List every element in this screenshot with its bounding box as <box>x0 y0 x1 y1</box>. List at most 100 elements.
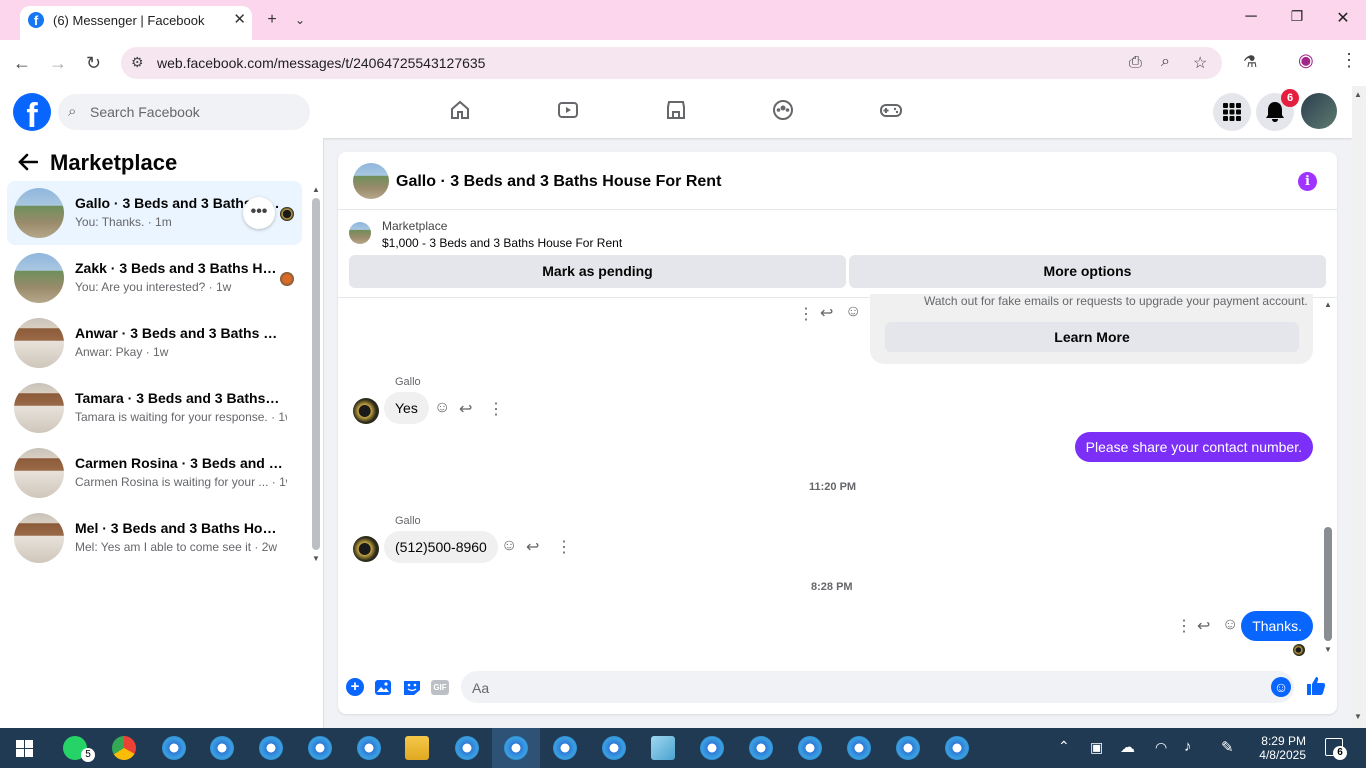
gif-icon[interactable]: GIF <box>431 680 449 695</box>
edge-icon[interactable] <box>749 736 773 760</box>
video-icon[interactable] <box>556 98 580 122</box>
pen-icon[interactable]: ✎ <box>1221 738 1234 756</box>
react-emoji-icon[interactable]: ☺ <box>434 399 450 417</box>
profile-icon[interactable]: ◉ <box>1298 50 1314 71</box>
marketplace-icon[interactable] <box>664 98 688 122</box>
add-attachment-icon[interactable]: + <box>346 678 364 696</box>
page-scrollbar[interactable]: ▲ ▼ <box>1352 86 1366 728</box>
facebook-logo-icon[interactable]: f <box>13 93 51 131</box>
forward-icon[interactable]: → <box>49 53 67 74</box>
incoming-message[interactable]: Yes <box>384 392 429 424</box>
tray-chevron-up-icon[interactable]: ⌃ <box>1058 738 1070 755</box>
like-thumb-icon[interactable] <box>1306 676 1326 696</box>
wifi-icon[interactable]: ◠ <box>1155 739 1167 756</box>
conversation-item[interactable]: Zakk · 3 Beds and 3 Baths House For Rent… <box>7 246 302 310</box>
meet-now-icon[interactable]: ▣ <box>1090 739 1103 756</box>
reply-icon[interactable]: ↩ <box>820 303 833 323</box>
message-more-icon[interactable]: ⋮ <box>798 304 814 324</box>
chrome-icon[interactable] <box>112 736 136 760</box>
edge-icon[interactable] <box>504 736 528 760</box>
message-more-icon[interactable]: ⋮ <box>1176 616 1192 636</box>
conversation-item[interactable]: Carmen Rosina · 3 Beds and 3 Baths House… <box>7 441 302 505</box>
volume-icon[interactable]: ♪ <box>1184 738 1192 755</box>
new-tab-icon[interactable]: + <box>258 8 286 32</box>
page-scroll-up-icon[interactable]: ▲ <box>1354 90 1362 99</box>
conversation-item[interactable]: Tamara · 3 Beds and 3 Baths House For Re… <box>7 376 302 440</box>
conversation-more-icon[interactable]: ••• <box>243 197 275 229</box>
chat-scroll-up-icon[interactable]: ▲ <box>1324 300 1332 309</box>
react-emoji-icon[interactable]: ☺ <box>845 303 861 321</box>
edge-icon[interactable] <box>455 736 479 760</box>
minimize-icon[interactable]: ─ <box>1236 8 1266 26</box>
react-emoji-icon[interactable]: ☺ <box>1222 616 1238 634</box>
chat-title[interactable]: Gallo · 3 Beds and 3 Baths House For Ren… <box>396 173 721 191</box>
edge-icon[interactable] <box>602 736 626 760</box>
windows-start-icon[interactable] <box>16 740 33 757</box>
close-tab-icon[interactable]: ✕ <box>233 10 246 28</box>
window-close-icon[interactable]: ✕ <box>1328 8 1358 28</box>
search-input[interactable]: ⌕ Search Facebook <box>58 94 310 130</box>
message-input[interactable]: Aa ☺ <box>461 671 1294 703</box>
edge-icon[interactable] <box>210 736 234 760</box>
conversation-item[interactable]: Gallo · 3 Beds and 3 Baths House For Ren… <box>7 181 302 245</box>
back-icon[interactable]: ← <box>13 53 31 74</box>
photo-icon[interactable] <box>374 679 392 696</box>
edge-icon[interactable] <box>162 736 186 760</box>
edge-icon[interactable] <box>896 736 920 760</box>
bookmark-star-icon[interactable]: ☆ <box>1193 53 1207 73</box>
sender-avatar[interactable] <box>353 536 379 562</box>
outgoing-message[interactable]: Thanks. <box>1241 611 1313 641</box>
groups-icon[interactable] <box>771 98 795 122</box>
listing-title[interactable]: $1,000 - 3 Beds and 3 Baths House For Re… <box>382 236 622 250</box>
reply-icon[interactable]: ↩ <box>459 399 472 419</box>
reload-icon[interactable]: ↻ <box>86 53 101 74</box>
learn-more-button[interactable]: Learn More <box>885 322 1299 352</box>
home-icon[interactable] <box>448 98 472 122</box>
mark-as-pending-button[interactable]: Mark as pending <box>349 255 846 288</box>
reply-icon[interactable]: ↩ <box>1197 616 1210 636</box>
scroll-down-icon[interactable]: ▼ <box>312 554 320 563</box>
chat-listing-thumbnail[interactable] <box>353 163 389 199</box>
file-explorer-icon[interactable] <box>405 736 429 760</box>
edge-icon[interactable] <box>308 736 332 760</box>
address-bar[interactable]: ⚙ web.facebook.com/messages/t/2406472554… <box>121 47 1222 79</box>
restore-icon[interactable]: ❐ <box>1282 8 1312 25</box>
edge-icon[interactable] <box>700 736 724 760</box>
menu-grid-button[interactable] <box>1213 93 1251 131</box>
chat-scrollbar[interactable] <box>1324 527 1332 641</box>
outgoing-message[interactable]: Please share your contact number. <box>1074 432 1313 462</box>
edge-icon[interactable] <box>847 736 871 760</box>
labs-flask-icon[interactable]: ⚗ <box>1243 52 1257 72</box>
sticker-icon[interactable] <box>403 679 421 696</box>
gaming-icon[interactable] <box>879 98 903 122</box>
edge-icon[interactable] <box>798 736 822 760</box>
page-scroll-down-icon[interactable]: ▼ <box>1354 712 1362 721</box>
panel-scrollbar[interactable] <box>312 198 320 550</box>
info-icon[interactable]: i <box>1298 172 1317 191</box>
edge-icon[interactable] <box>357 736 381 760</box>
install-app-icon[interactable]: ⎙ <box>1129 54 1142 72</box>
app-icon[interactable] <box>651 736 675 760</box>
message-more-icon[interactable]: ⋮ <box>488 399 504 419</box>
onedrive-cloud-icon[interactable]: ☁ <box>1120 738 1135 756</box>
sender-avatar[interactable] <box>353 398 379 424</box>
browser-tab[interactable]: f (6) Messenger | Facebook ✕ <box>20 6 252 40</box>
account-avatar[interactable] <box>1301 93 1337 129</box>
chat-scroll-down-icon[interactable]: ▼ <box>1324 645 1332 654</box>
incoming-message[interactable]: (512)500-8960 <box>384 531 498 563</box>
more-options-button[interactable]: More options <box>849 255 1326 288</box>
edge-icon[interactable] <box>259 736 283 760</box>
conversation-item[interactable]: Anwar · 3 Beds and 3 Baths House For Ren… <box>7 311 302 375</box>
tab-list-chevron-down-icon[interactable]: ⌄ <box>286 8 314 32</box>
edge-icon[interactable] <box>945 736 969 760</box>
clock[interactable]: 8:29 PM 4/8/2025 <box>1259 734 1306 762</box>
message-more-icon[interactable]: ⋮ <box>556 537 572 557</box>
listing-mini-thumbnail[interactable] <box>349 222 371 244</box>
scroll-up-icon[interactable]: ▲ <box>312 185 320 194</box>
back-arrow-icon[interactable] <box>18 153 38 171</box>
emoji-icon[interactable]: ☺ <box>1271 677 1291 697</box>
zoom-icon[interactable]: ⌕ <box>1161 53 1170 71</box>
edge-icon[interactable] <box>553 736 577 760</box>
react-emoji-icon[interactable]: ☺ <box>501 537 517 555</box>
site-settings-icon[interactable]: ⚙ <box>131 54 144 71</box>
